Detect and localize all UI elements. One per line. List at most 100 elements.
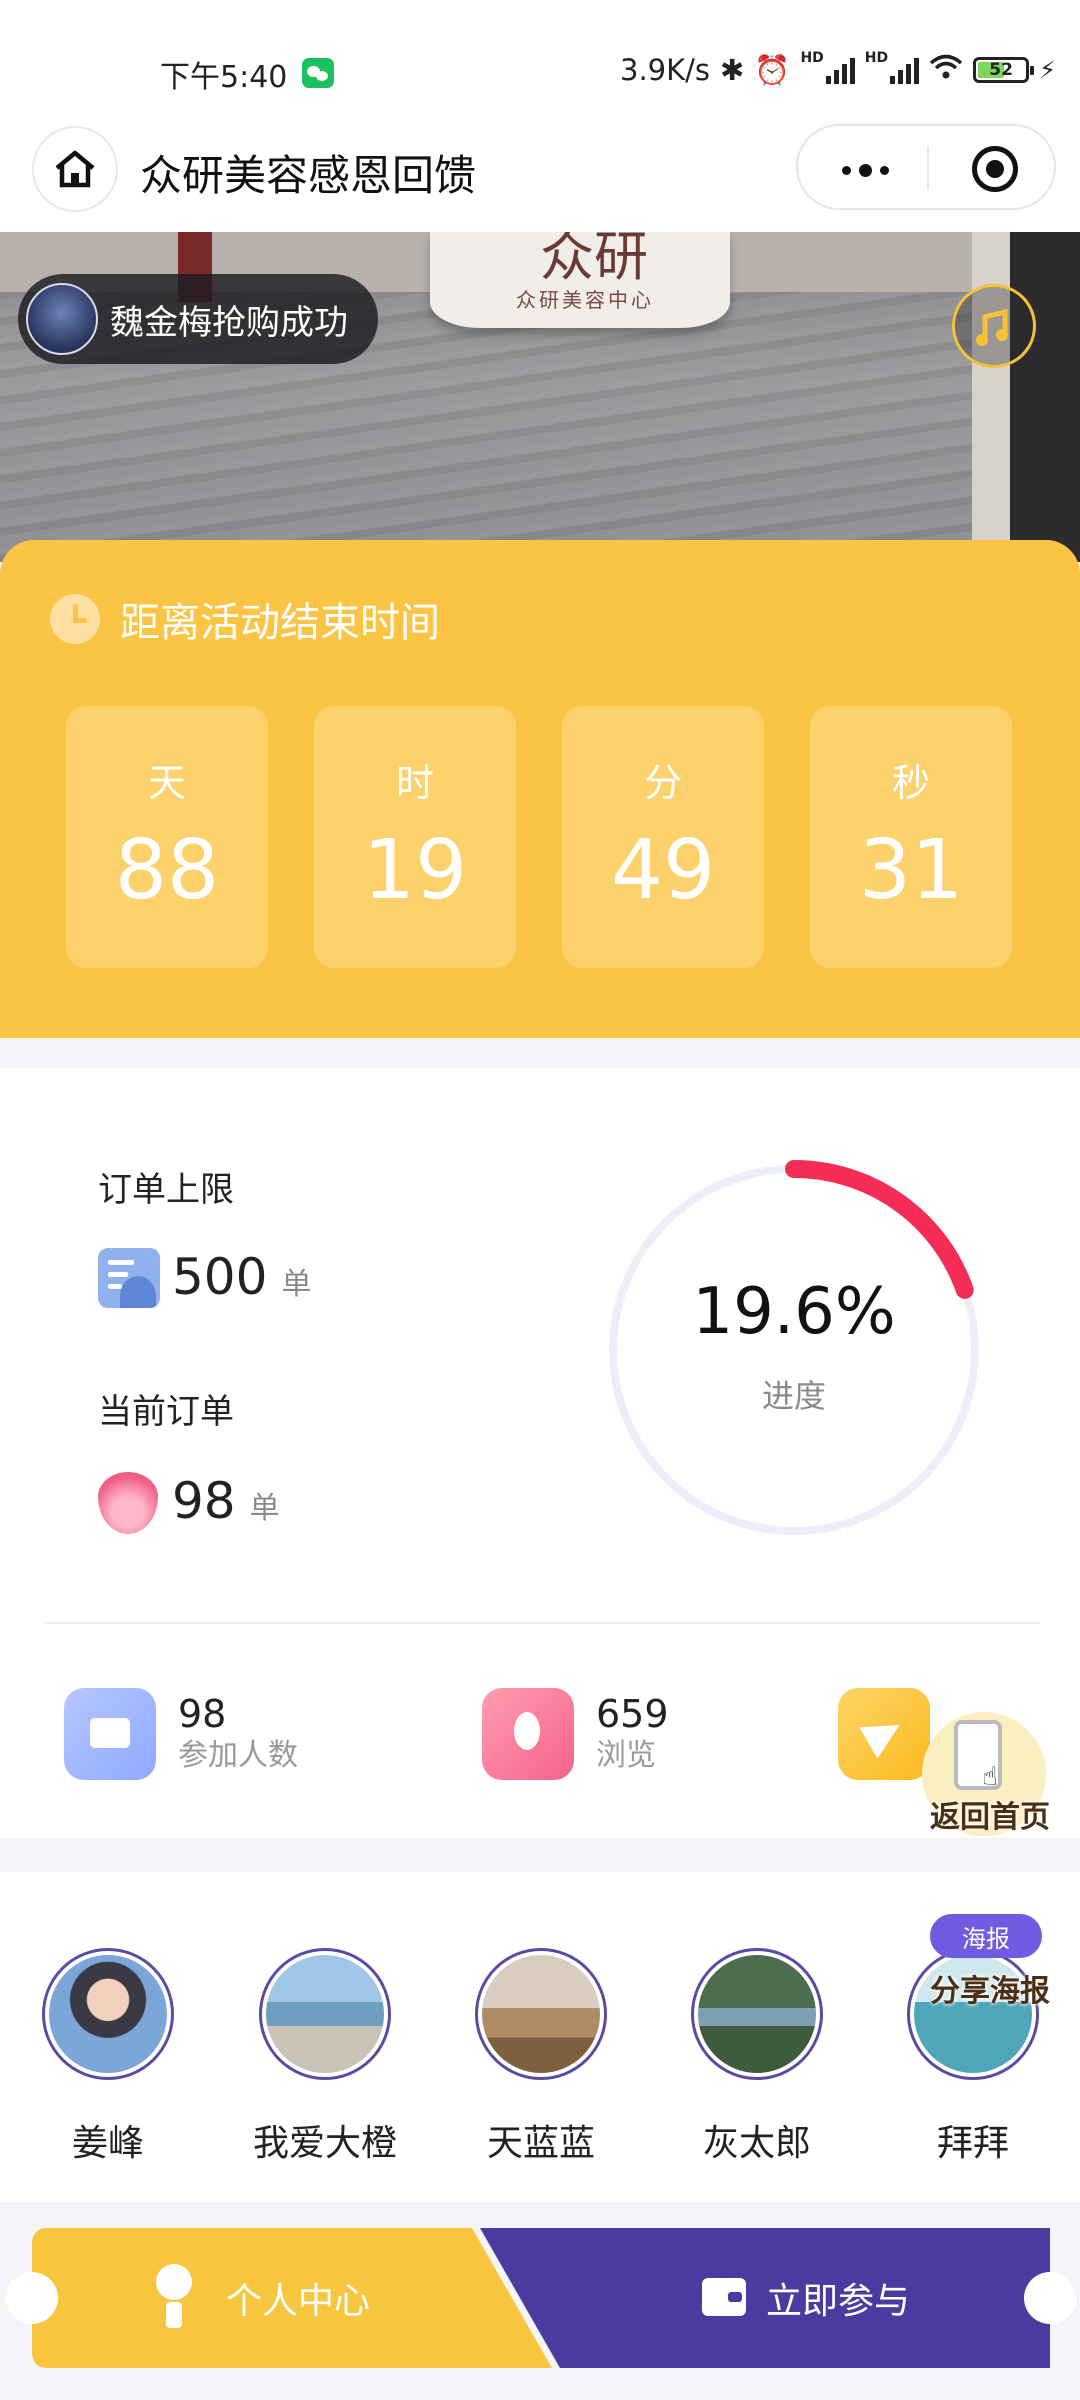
views-stat: 659 浏览 [482,1688,669,1780]
charging-icon: ⚡ [1039,56,1056,84]
music-icon [976,308,1008,346]
participants-list: 姜峰 我爱大橙 天蓝蓝 灰太郎 拜拜 [0,1872,1080,2202]
more-icon[interactable] [842,164,889,177]
personal-center-button[interactable]: 个人中心 [32,2228,552,2368]
alarm-icon: ⏰ [754,52,791,87]
buyer-avatar [26,283,98,355]
order-limit-row: 500 单 [172,1248,311,1306]
countdown-days: 天 88 [66,706,268,968]
current-order-label: 当前订单 [98,1392,234,1432]
join-now-label: 立即参与 [766,2281,911,2322]
participant-item[interactable]: 我爱大橙 [250,1948,400,2166]
capsule-divider [927,146,929,190]
ticket-notch-right [1024,2272,1076,2324]
countdown-unit: 秒 [891,761,930,805]
order-list-icon [98,1248,160,1308]
order-limit-label: 订单上限 [98,1170,234,1210]
footprint-icon [482,1688,574,1780]
progress-percent: 19.6% [692,1275,896,1349]
countdown-title: 距离活动结束时间 [50,590,440,648]
participant-item[interactable]: 灰太郎 [682,1948,832,2166]
participants-stat: 98 参加人数 [64,1688,298,1780]
hero-door [972,232,1012,562]
participant-avatar [259,1948,391,2080]
countdown-boxes: 天 88 时 19 分 49 秒 31 [66,706,1012,968]
join-now-button[interactable]: 立即参与 [480,2228,1050,2368]
participant-item[interactable]: 姜峰 [33,1948,183,2166]
countdown-value: 19 [362,823,468,918]
countdown-panel: 距离活动结束时间 天 88 时 19 分 49 秒 31 [0,540,1080,1038]
home-button[interactable] [32,126,118,212]
desk-logo: 众研 [540,232,648,288]
ticket-notch-left [6,2272,58,2324]
clock-icon [50,594,100,644]
countdown-value: 88 [114,823,220,918]
countdown-hours: 时 19 [314,706,516,968]
countdown-seconds: 秒 31 [810,706,1012,968]
countdown-value: 49 [610,823,716,918]
net-speed: 3.9K/s [620,53,711,87]
person-icon [152,2264,196,2328]
reception-desk: 众研 众研美容中心 [430,232,730,328]
progress-ring: 19.6% 进度 [604,1160,984,1540]
participant-name: 灰太郎 [702,2123,811,2164]
participant-name: 姜峰 [71,2123,144,2164]
signal-2-icon [890,56,920,84]
purchase-toast: 魏金梅抢购成功 [18,274,378,364]
countdown-minutes: 分 49 [562,706,764,968]
countdown-unit: 时 [395,761,434,805]
participant-name: 我爱大橙 [252,2123,397,2164]
current-order-row: 98 单 [172,1472,280,1530]
status-bar: 下午5:40 3.9K/s ✱ ⏰ HD HD 52 ⚡ [0,0,1080,120]
status-time: 下午5:40 [160,60,288,95]
battery-icon: 52 [973,57,1035,83]
share-poster-label[interactable]: 分享海报 [930,1966,1050,2010]
signal-1-tag: HD [800,50,824,66]
battery-level: 52 [989,60,1013,80]
hero-dark-pillar [1010,232,1080,562]
poster-badge-text: 海报 [962,1924,1010,1953]
signal-2-tag: HD [864,50,889,66]
participants-count: 98 [178,1692,227,1736]
participant-name: 天蓝蓝 [486,2123,595,2164]
participant-avatar [475,1948,607,2080]
wallet-icon [64,1688,156,1780]
bluetooth-icon: ✱ [720,53,745,87]
participant-avatar [691,1948,823,2080]
wechat-icon [302,58,334,88]
signal-1-icon [825,56,855,84]
tap-hand-icon: ☝ [982,1762,998,1792]
countdown-title-text: 距离活动结束时间 [120,600,440,646]
poster-badge[interactable]: 海报 [930,1914,1042,1958]
participant-avatar [42,1948,174,2080]
status-right: 3.9K/s ✱ ⏰ HD HD 52 ⚡ [620,50,1056,90]
wallet-icon [702,2278,746,2316]
personal-center-label: 个人中心 [226,2281,371,2322]
countdown-value: 31 [858,823,964,918]
miniprogram-capsule [796,124,1056,210]
order-limit-value: 500 [172,1248,268,1306]
desk-logo-sub: 众研美容中心 [516,288,654,312]
wifi-icon [929,53,963,87]
fire-icon [98,1472,158,1534]
music-button[interactable] [952,284,1036,368]
countdown-unit: 分 [643,761,682,805]
stats-divider [44,1622,1040,1624]
views-label: 浏览 [596,1738,656,1773]
close-target-icon[interactable] [972,146,1018,192]
progress-ring-text: 19.6% 进度 [604,1160,984,1540]
purchase-toast-text: 魏金梅抢购成功 [110,302,348,343]
home-icon [55,150,95,188]
participant-item[interactable]: 天蓝蓝 [466,1948,616,2166]
participant-name: 拜拜 [936,2123,1009,2164]
back-home-label[interactable]: 返回首页 [930,1792,1050,1836]
page-title: 众研美容感恩回馈 [140,151,477,200]
countdown-unit: 天 [147,761,186,805]
current-order-unit: 单 [249,1491,280,1526]
order-limit-unit: 单 [281,1267,312,1302]
participants-label: 参加人数 [178,1738,298,1773]
views-count: 659 [596,1692,669,1736]
bottom-action-bar: 个人中心 立即参与 [6,2228,1076,2368]
current-order-value: 98 [172,1472,236,1530]
nav-bar: 众研美容感恩回馈 [0,120,1080,233]
